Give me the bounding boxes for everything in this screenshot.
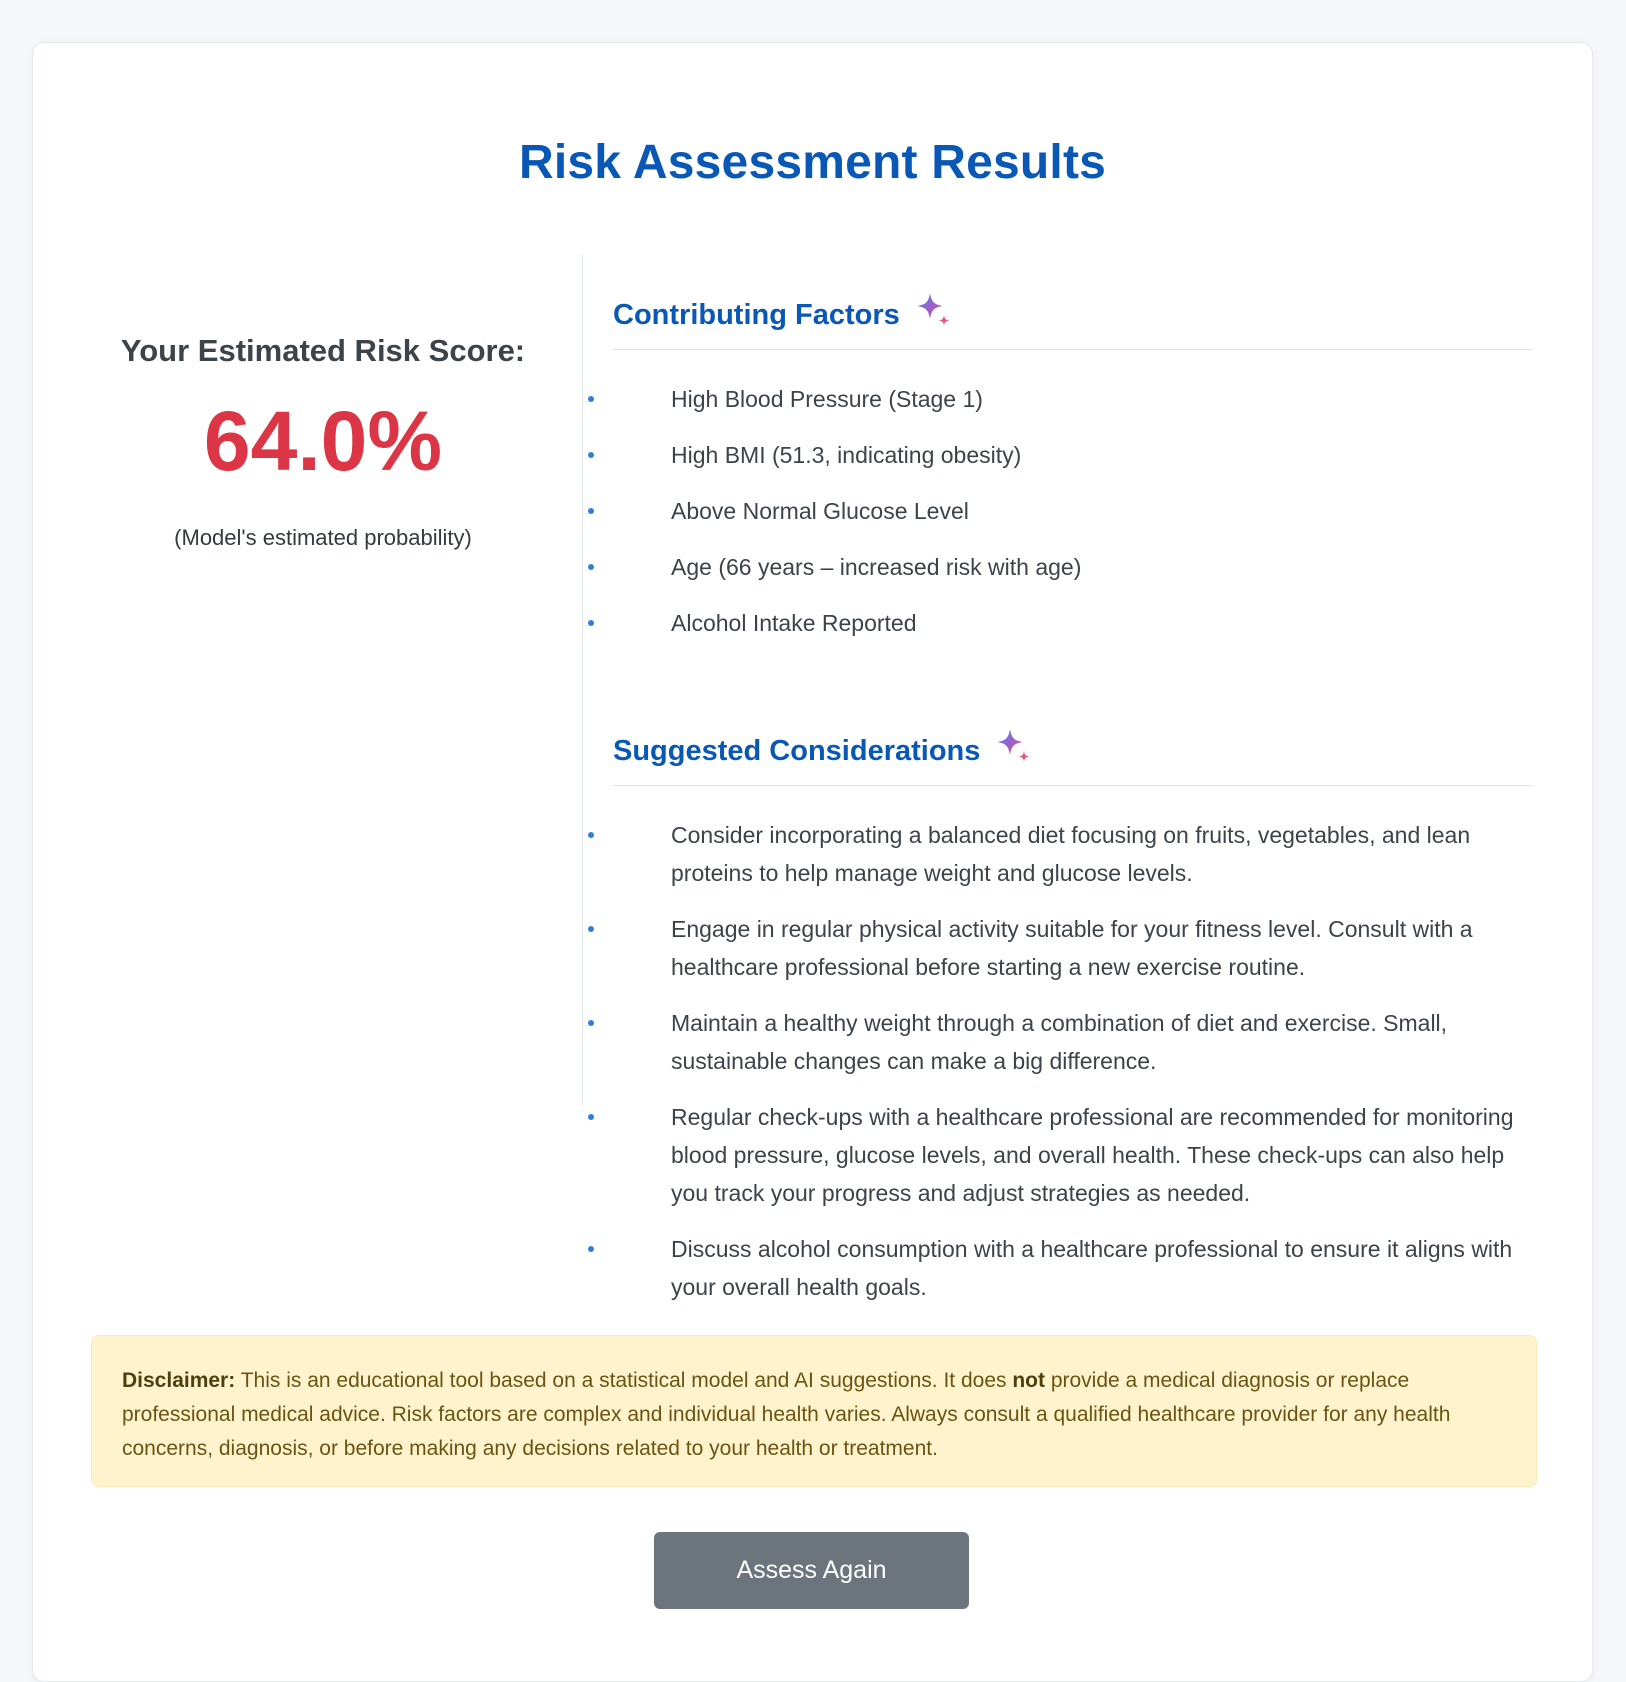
bullet-icon xyxy=(588,620,594,626)
list-item: Discuss alcohol consumption with a healt… xyxy=(588,1230,1533,1306)
section-header: Suggested Considerations xyxy=(613,729,1533,786)
factor-text: High Blood Pressure (Stage 1) xyxy=(671,386,983,412)
factor-text: Age (66 years – increased risk with age) xyxy=(671,554,1082,580)
sparkle-icon xyxy=(997,729,1030,762)
consideration-text: Engage in regular physical activity suit… xyxy=(671,916,1473,980)
factor-text: Alcohol Intake Reported xyxy=(671,610,917,636)
list-item: Engage in regular physical activity suit… xyxy=(588,910,1533,986)
consideration-text: Discuss alcohol consumption with a healt… xyxy=(671,1236,1513,1300)
results-card: Risk Assessment Results Your Estimated R… xyxy=(32,42,1593,1682)
list-item: Age (66 years – increased risk with age) xyxy=(588,548,1533,586)
list-item: Regular check-ups with a healthcare prof… xyxy=(588,1098,1533,1212)
bullet-icon xyxy=(588,1114,594,1120)
assess-again-button[interactable]: Assess Again xyxy=(654,1532,969,1609)
contributing-factors-section: Contributing Factors High Blood Pressure… xyxy=(588,293,1533,660)
sparkle-icon xyxy=(916,293,950,326)
disclaimer-text: This is an educational tool based on a s… xyxy=(235,1369,1013,1392)
factor-text: High BMI (51.3, indicating obesity) xyxy=(671,442,1022,468)
consideration-text: Consider incorporating a balanced diet f… xyxy=(671,822,1471,886)
list-item: Above Normal Glucose Level xyxy=(588,492,1533,530)
section-title: Suggested Considerations xyxy=(613,734,981,767)
bullet-icon xyxy=(588,1020,594,1026)
list-item: High BMI (51.3, indicating obesity) xyxy=(588,436,1533,474)
list-item: High Blood Pressure (Stage 1) xyxy=(588,380,1533,418)
bullet-icon xyxy=(588,564,594,570)
section-header: Contributing Factors xyxy=(613,293,1533,350)
factor-text: Above Normal Glucose Level xyxy=(671,498,969,524)
section-title: Contributing Factors xyxy=(613,298,900,331)
page-title: Risk Assessment Results xyxy=(518,136,1107,189)
score-note: (Model's estimated probability) xyxy=(174,525,472,550)
considerations-list: Consider incorporating a balanced diet f… xyxy=(588,816,1533,1306)
list-item: Consider incorporating a balanced diet f… xyxy=(588,816,1533,892)
list-item: Alcohol Intake Reported xyxy=(588,604,1533,642)
vertical-divider xyxy=(582,255,583,1105)
bullet-icon xyxy=(588,452,594,458)
disclaimer-emphasis: not xyxy=(1012,1369,1045,1392)
suggested-considerations-section: Suggested Considerations Consider incorp… xyxy=(588,729,1533,1324)
bullet-icon xyxy=(588,396,594,402)
consideration-text: Maintain a healthy weight through a comb… xyxy=(671,1010,1448,1074)
bullet-icon xyxy=(588,926,594,932)
disclaimer-box: Disclaimer: This is an educational tool … xyxy=(91,1335,1537,1487)
consideration-text: Regular check-ups with a healthcare prof… xyxy=(671,1104,1514,1206)
score-label: Your Estimated Risk Score: xyxy=(120,333,526,368)
bullet-icon xyxy=(588,508,594,514)
score-panel: Your Estimated Risk Score: 64.0% (Model'… xyxy=(93,333,553,551)
list-item: Maintain a healthy weight through a comb… xyxy=(588,1004,1533,1080)
risk-score-value: 64.0% xyxy=(203,394,443,488)
bullet-icon xyxy=(588,1246,594,1252)
disclaimer-label: Disclaimer: xyxy=(122,1369,236,1392)
factors-list: High Blood Pressure (Stage 1) High BMI (… xyxy=(588,380,1533,642)
bullet-icon xyxy=(588,832,594,838)
